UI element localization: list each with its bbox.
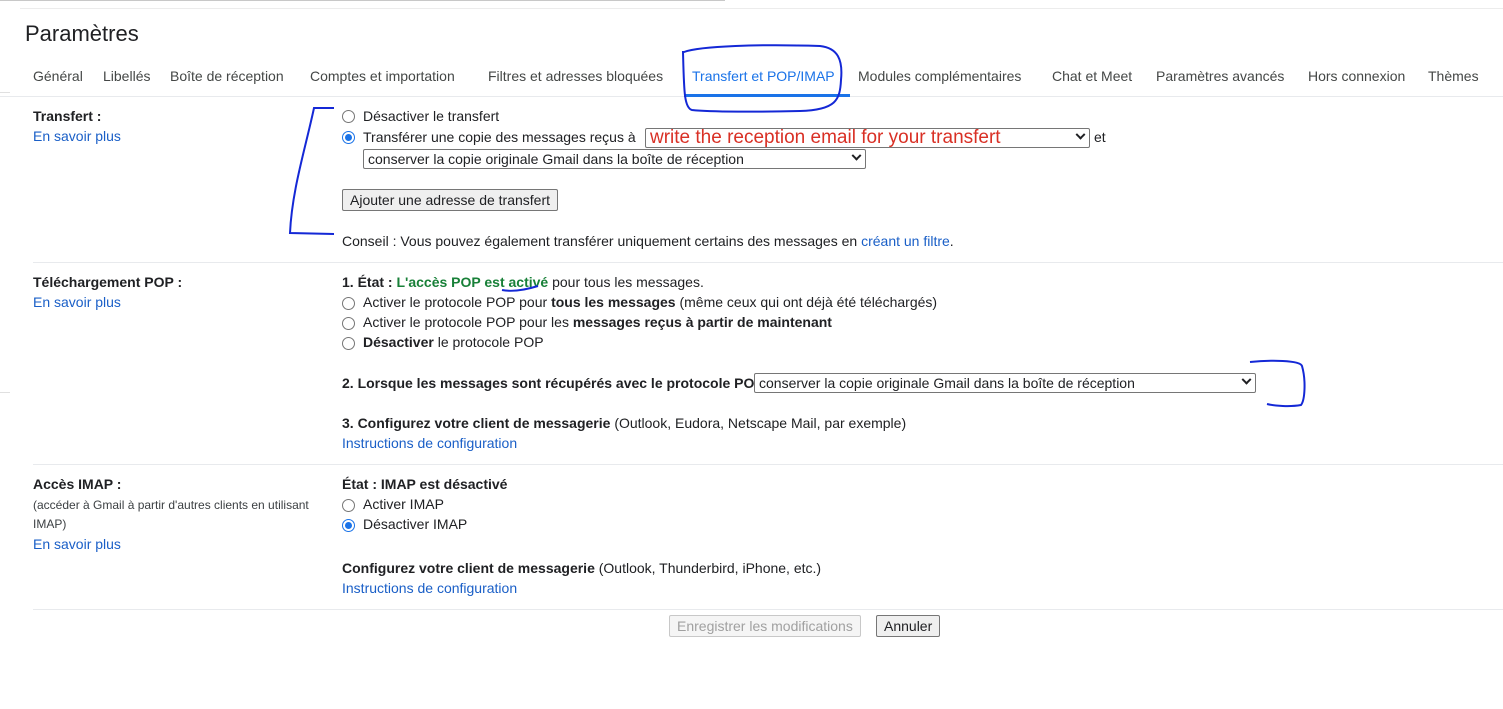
pop-disable-radio[interactable] — [342, 337, 355, 350]
tab-accounts-import[interactable]: Comptes et importation — [310, 68, 455, 84]
pop-status-value: L'accès POP est activé — [396, 274, 549, 290]
pop-new-messages-label: Activer le protocole POP pour les messag… — [363, 314, 832, 330]
imap-configure-text: Configurez votre client de messagerie (O… — [342, 560, 821, 576]
section-divider — [33, 262, 1503, 263]
tab-themes[interactable]: Thèmes — [1428, 68, 1479, 84]
pop-option1-text: Activer le protocole POP pour — [363, 294, 548, 310]
tab-labels[interactable]: Libellés — [103, 68, 150, 84]
tab-offline[interactable]: Hors connexion — [1308, 68, 1405, 84]
chevron-down-icon — [1241, 374, 1252, 385]
imap-enable-label: Activer IMAP — [363, 496, 444, 512]
top-border — [0, 0, 725, 1]
forwarding-enable-label: Transférer une copie des messages reçus … — [363, 129, 636, 145]
pop-configure-bold: 3. Configurez votre client de messagerie — [342, 415, 611, 431]
pop-label: Téléchargement POP : — [33, 274, 183, 290]
forward-address-select[interactable]: write the reception email for your trans… — [645, 128, 1090, 148]
tab-advanced[interactable]: Paramètres avancés — [1156, 68, 1284, 84]
pop-all-messages-radio[interactable] — [342, 297, 355, 310]
active-tab-indicator — [684, 94, 850, 97]
imap-status: État : IMAP est désactivé — [342, 476, 508, 492]
header-separator — [20, 8, 1503, 9]
pop-configure-text: 3. Configurez votre client de messagerie… — [342, 415, 906, 431]
section-divider — [33, 609, 1503, 610]
imap-configure-rest: (Outlook, Thunderbird, iPhone, etc.) — [598, 560, 822, 576]
chevron-down-icon — [1075, 129, 1086, 140]
pop-instructions-link[interactable]: Instructions de configuration — [342, 435, 517, 451]
pop-option1-note: (même ceux qui ont déjà été téléchargés) — [679, 294, 938, 310]
tab-filters-blocked[interactable]: Filtres et adresses bloquées — [488, 68, 663, 84]
pop-status: 1. État : L'accès POP est activé pour to… — [342, 274, 704, 290]
pop-option2-text: Activer le protocole POP pour les — [363, 314, 569, 330]
settings-tabbar: Général Libellés Boîte de réception Comp… — [0, 60, 1503, 97]
imap-enable-radio[interactable] — [342, 499, 355, 512]
forwarding-enable-radio[interactable] — [342, 131, 355, 144]
side-marker — [0, 392, 10, 393]
forwarding-disable-label: Désactiver le transfert — [363, 108, 500, 124]
pop-bracket-annotation — [1249, 359, 1306, 408]
forwarding-label: Transfert : — [33, 108, 102, 124]
forward-address-value: write the reception email for your trans… — [650, 128, 1001, 148]
pop-disable-label: Désactiver le protocole POP — [363, 334, 544, 350]
forwarding-bracket-annotation — [288, 107, 335, 235]
imap-instructions-link[interactable]: Instructions de configuration — [342, 580, 517, 596]
forward-copy-action-select[interactable]: conserver la copie originale Gmail dans … — [363, 149, 866, 169]
tab-forwarding-pop-imap[interactable]: Transfert et POP/IMAP — [692, 68, 835, 84]
tab-inbox[interactable]: Boîte de réception — [170, 68, 284, 84]
pop-new-messages-radio[interactable] — [342, 317, 355, 330]
pop-option1-bold: tous les messages — [551, 294, 676, 310]
page-title: Paramètres — [25, 21, 139, 46]
pop-configure-rest: (Outlook, Eudora, Netscape Mail, par exe… — [614, 415, 907, 431]
add-forwarding-address-button[interactable]: Ajouter une adresse de transfert — [342, 189, 559, 211]
pop-status-suffix: pour tous les messages. — [552, 274, 704, 290]
pop-all-messages-label: Activer le protocole POP pour tous les m… — [363, 294, 937, 310]
imap-label: Accès IMAP : — [33, 476, 122, 492]
forwarding-learn-more-link[interactable]: En savoir plus — [33, 128, 121, 144]
tab-addons[interactable]: Modules complémentaires — [858, 68, 1021, 84]
save-changes-button[interactable]: Enregistrer les modifications — [669, 615, 861, 637]
imap-learn-more-link[interactable]: En savoir plus — [33, 536, 121, 552]
forwarding-tip-end: . — [949, 233, 954, 249]
pop-learn-more-link[interactable]: En savoir plus — [33, 294, 121, 310]
pop-option2-bold: messages reçus à partir de maintenant — [572, 314, 832, 330]
forwarding-disable-radio[interactable] — [342, 110, 355, 123]
section-divider — [33, 464, 1503, 465]
forwarding-tip: Conseil : Vous pouvez également transfér… — [342, 233, 954, 249]
imap-disable-label: Désactiver IMAP — [363, 516, 468, 532]
pop-action-select[interactable]: conserver la copie originale Gmail dans … — [754, 373, 1256, 393]
cancel-button[interactable]: Annuler — [876, 615, 941, 637]
pop-status-prefix: 1. État : — [342, 274, 393, 290]
tab-general[interactable]: Général — [33, 68, 83, 84]
imap-disable-radio[interactable] — [342, 519, 355, 532]
forwarding-tip-text: Conseil : Vous pouvez également transfér… — [342, 233, 858, 249]
pop-action-value: conserver la copie originale Gmail dans … — [759, 375, 1135, 391]
imap-sub-line1: (accéder à Gmail à partir d'autres clien… — [33, 498, 309, 512]
pop-when-label: 2. Lorsque les messages sont récupérés a… — [342, 375, 764, 391]
pop-option3-text: le protocole POP — [437, 334, 544, 350]
pop-option3-bold: Désactiver — [363, 334, 434, 350]
chevron-down-icon — [851, 150, 862, 161]
imap-configure-bold: Configurez votre client de messagerie — [342, 560, 595, 576]
create-filter-link[interactable]: créant un filtre — [861, 233, 950, 249]
tab-chat-meet[interactable]: Chat et Meet — [1052, 68, 1132, 84]
imap-sub-line2: IMAP) — [33, 517, 67, 531]
forward-copy-action-value: conserver la copie originale Gmail dans … — [368, 151, 744, 167]
hand-drawn-annotations — [288, 44, 1306, 408]
forwarding-and-text: et — [1094, 129, 1106, 145]
